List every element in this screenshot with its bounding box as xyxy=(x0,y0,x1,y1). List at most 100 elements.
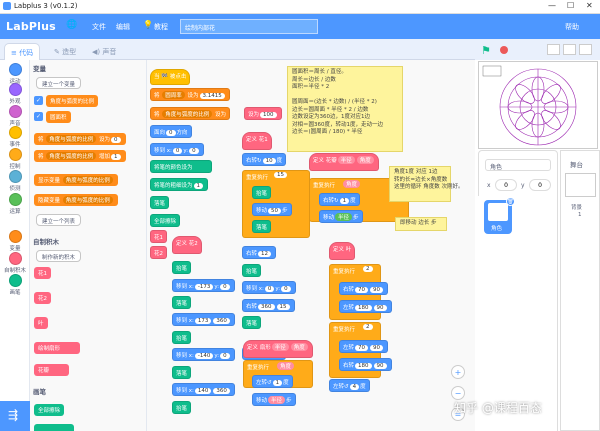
comment-note-1[interactable]: 圆面积＝周长 / 直径。 周长＝边长 / 边数 面积＝半径 * 2 圆周面＝(边… xyxy=(287,66,403,152)
define-flower1-hat[interactable]: 定义 花1 xyxy=(242,132,272,150)
category-pen[interactable]: 画笔 xyxy=(0,274,30,296)
goto-block-4[interactable]: 移到 x: 140 360 xyxy=(172,383,235,396)
category-control[interactable]: 控制 xyxy=(0,148,30,170)
show-variable-block[interactable]: 显示变量 角度与弧度的比例 xyxy=(34,174,118,186)
pen-up-block-3[interactable]: 抬笔 xyxy=(172,401,192,414)
green-flag-icon[interactable]: ⚑ xyxy=(481,44,491,57)
fullscreen-icon[interactable] xyxy=(579,44,592,55)
make-block-button[interactable]: 制作新的积木 xyxy=(36,250,82,262)
goto-block-f1[interactable]: 移到 x: 0 y: 0 xyxy=(242,281,296,294)
maximize-button[interactable]: ☐ xyxy=(567,1,574,10)
code-workspace[interactable]: 当 🏁 被点击 将 圆周率 设为 3.1415 将 角度与弧度的比例 设为 面向 0… xyxy=(147,60,475,431)
var-reporter-ratio[interactable]: 角度与弧度的比例 xyxy=(46,95,99,107)
pen-down-block-f1[interactable]: 落笔 xyxy=(252,220,272,233)
category-sound[interactable]: 声音 xyxy=(0,105,30,127)
define-petal-hat[interactable]: 定义 花瓣 半径 角度 xyxy=(309,153,379,171)
sprite-y-input[interactable]: 0 xyxy=(529,179,551,191)
category-variables[interactable]: 变量 xyxy=(0,230,30,252)
make-list-button[interactable]: 建立一个列表 xyxy=(36,214,82,226)
comment-note-2[interactable]: 角度1度 对应 1边 转的长=边长×角度数 这里的循环 角度数 次刚好。 xyxy=(389,166,464,202)
menu-help[interactable]: 帮助 xyxy=(565,22,579,32)
stage-canvas[interactable] xyxy=(478,61,598,149)
delete-sprite-icon[interactable]: 🗑 xyxy=(506,197,515,206)
set-variable-block[interactable]: 将 角度与弧度的比例 设为 0 xyxy=(34,133,126,145)
menu-file[interactable]: 文件 xyxy=(92,22,106,32)
pen-up-block[interactable]: 抬笔 xyxy=(172,261,192,274)
move-arc[interactable]: 移动 半径步 xyxy=(252,393,296,406)
stop-icon[interactable] xyxy=(500,46,508,54)
tab-costume[interactable]: ✎ 造型 xyxy=(48,43,82,60)
custom-block-flower2[interactable]: 花2 xyxy=(34,292,51,304)
custom-block-flower1[interactable]: 花1 xyxy=(34,267,51,279)
call-flower1-block[interactable]: 花1 xyxy=(150,230,167,243)
category-operators[interactable]: 运算 xyxy=(0,193,30,215)
pen-up-block-f1[interactable]: 抬笔 xyxy=(252,186,272,199)
pen-down-block-3[interactable]: 落笔 xyxy=(172,366,192,379)
turn-right-block-f1[interactable]: 右转 360 15 xyxy=(242,299,295,312)
category-myblocks[interactable]: 自制积木 xyxy=(0,252,30,274)
define-leaf-hat[interactable]: 定义 叶 xyxy=(329,242,356,260)
var-checkbox-1[interactable]: ✓ xyxy=(34,96,43,105)
sprite-name-input[interactable]: 角色 xyxy=(485,159,551,171)
small-stage-icon[interactable] xyxy=(547,44,560,55)
goto-block-1[interactable]: 移到 x: -173 y: 0 xyxy=(172,279,235,292)
set-pen-size-block[interactable]: 将笔的粗细设为 1 xyxy=(150,178,209,191)
zoom-out-button[interactable]: − xyxy=(451,386,465,400)
pen-block-f1[interactable]: 抬笔 xyxy=(242,264,262,277)
project-name-input[interactable]: 绘制内部花 xyxy=(180,19,318,34)
turn-right-block-1[interactable]: 右转↻ 10 度 xyxy=(242,153,287,166)
set-pi-block[interactable]: 将 圆周率 设为 3.1415 xyxy=(150,88,230,101)
change-variable-block[interactable]: 将 角度与弧度的比例 增加 1 xyxy=(34,150,126,162)
custom-block-leaf[interactable]: 叶 xyxy=(34,317,48,329)
define-arc-hat[interactable]: 定义 扇形 半径 角度 xyxy=(243,340,313,358)
pen-block-partial[interactable] xyxy=(34,424,74,431)
close-button[interactable]: ✕ xyxy=(586,1,593,10)
turn-right-leaf-2[interactable]: 右转 180 90 xyxy=(339,358,392,371)
goto-block-3[interactable]: 移到 x: -140 y: 0 xyxy=(172,348,235,361)
turn-left-arc[interactable]: 左转↺ 1 度 xyxy=(252,375,293,388)
custom-block-petal[interactable]: 花瓣 xyxy=(34,364,70,376)
category-sensing[interactable]: 侦测 xyxy=(0,170,30,192)
turn-right-leaf-1[interactable]: 右转 70 90 xyxy=(339,282,389,295)
turn-block-f1[interactable]: 右转 12 xyxy=(242,246,277,259)
point-direction-block[interactable]: 面向 0 方向 xyxy=(150,125,192,138)
set-pen-color-block[interactable]: 将笔的颜色设为 xyxy=(150,160,213,173)
language-globe-icon[interactable]: 🌐 xyxy=(66,20,77,30)
var-reporter-area[interactable]: 圆面积 xyxy=(46,111,71,123)
pen-down-block-2[interactable]: 落笔 xyxy=(172,296,192,309)
category-events[interactable]: 事件 xyxy=(0,126,30,148)
move-petal[interactable]: 移动 半径步 xyxy=(319,210,363,223)
goto-xy-block[interactable]: 移到 x: 0 y: 0 xyxy=(150,143,204,156)
turn-left-leaf-2[interactable]: 左转 70 90 xyxy=(339,340,389,353)
menu-edit[interactable]: 编辑 xyxy=(116,22,130,32)
stage-thumbnail[interactable] xyxy=(565,173,596,197)
erase-all-block[interactable]: 全部擦除 xyxy=(150,214,181,227)
tab-code[interactable]: ≡ 代码 xyxy=(4,43,41,60)
make-variable-button[interactable]: 建立一个变量 xyxy=(36,77,82,89)
area-block[interactable]: 设为 100 xyxy=(244,107,282,120)
comment-note-3[interactable]: 即移动 边长 步 xyxy=(395,217,447,231)
turn-left-leaf-3[interactable]: 左转↺ 4 度 xyxy=(329,379,370,392)
move-block-f1[interactable]: 移动 50 步 xyxy=(252,203,292,216)
tab-sound[interactable]: ◀) 声音 xyxy=(86,43,122,60)
hide-variable-block[interactable]: 隐藏变量 角度与弧度的比例 xyxy=(34,194,118,206)
large-stage-icon[interactable] xyxy=(563,44,576,55)
pen-up-block-2[interactable]: 抬笔 xyxy=(172,331,192,344)
category-looks[interactable]: 外观 xyxy=(0,83,30,105)
turn-left-leaf-1[interactable]: 左转 180 90 xyxy=(339,300,392,313)
set-ratio-block[interactable]: 将 角度与弧度的比例 设为 xyxy=(150,107,231,120)
turn-right-petal[interactable]: 右转↻ 1 度 xyxy=(319,193,360,206)
menu-tutorial[interactable]: 教程 xyxy=(154,22,168,32)
sprite-tile-selected[interactable]: 角色 🗑 xyxy=(484,197,515,234)
pen-down-block[interactable]: 落笔 xyxy=(150,196,170,209)
goto-block-2[interactable]: 移到 x: 173 360 xyxy=(172,313,235,326)
stage-target-panel[interactable]: 舞台 背景 1 xyxy=(560,150,600,431)
sprite-x-input[interactable]: 0 xyxy=(495,179,517,191)
zoom-in-button[interactable]: + xyxy=(451,365,465,379)
custom-block-arc[interactable]: 绘制扇形 xyxy=(34,342,81,354)
pen-down-block-f1b[interactable]: 落笔 xyxy=(242,316,262,329)
when-flag-clicked-hat[interactable]: 当 🏁 被点击 xyxy=(150,69,191,85)
extension-button[interactable]: ⇶ xyxy=(0,401,30,431)
category-motion[interactable]: 运动 xyxy=(0,63,30,85)
minimize-button[interactable]: — xyxy=(548,1,556,10)
